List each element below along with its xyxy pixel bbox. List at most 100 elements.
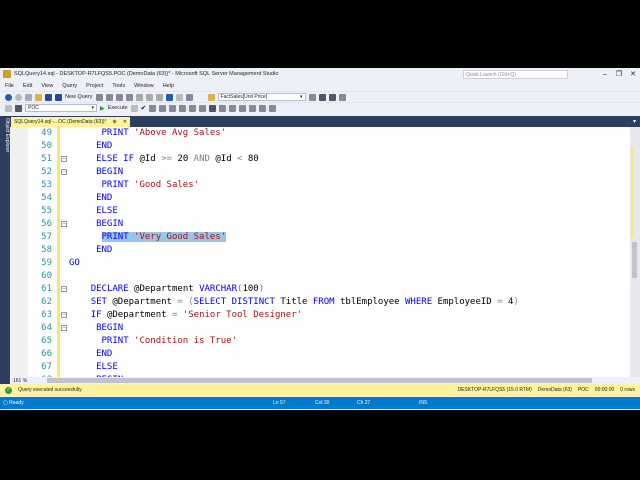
minimize-button[interactable]: – bbox=[598, 71, 612, 78]
menu-help[interactable]: Help bbox=[163, 83, 174, 89]
toolbar-sql-editor: POC ▾ ▶ Execute ✔ bbox=[0, 102, 640, 113]
menu-window[interactable]: Window bbox=[134, 83, 154, 89]
undo-icon[interactable] bbox=[165, 93, 173, 101]
menu-file[interactable]: File bbox=[5, 83, 14, 89]
pin-icon[interactable]: ⊕ bbox=[113, 119, 117, 125]
object-combo[interactable]: FactSales[Unit Price] ▾ bbox=[217, 93, 306, 101]
line-number: 50 bbox=[41, 141, 52, 151]
token-keyword: END bbox=[96, 141, 113, 151]
line-number: 59 bbox=[41, 258, 52, 268]
code-line: 52 − BEGIN bbox=[10, 166, 630, 179]
query-options-icon[interactable] bbox=[159, 104, 167, 112]
toolbox-icon[interactable] bbox=[328, 93, 336, 101]
token-operator: = bbox=[497, 297, 508, 307]
token-string: 'Good Sales' bbox=[134, 180, 200, 190]
redo-icon[interactable] bbox=[175, 93, 183, 101]
ssms-window: SQLQuery14.sql - DESKTOP-R7LFQS5.POC (De… bbox=[0, 68, 640, 410]
properties-icon[interactable] bbox=[308, 93, 316, 101]
dmx-query-icon[interactable] bbox=[115, 93, 123, 101]
new-project-icon[interactable] bbox=[25, 93, 32, 101]
token-text: tblEmployee bbox=[339, 297, 406, 307]
horizontal-scrollbar-thumb[interactable] bbox=[47, 378, 593, 383]
token-keyword: DECLARE bbox=[90, 284, 135, 294]
specify-values-icon[interactable] bbox=[269, 104, 277, 112]
stop-icon[interactable] bbox=[130, 104, 138, 112]
solution-icon[interactable] bbox=[185, 93, 193, 101]
outdent-icon[interactable] bbox=[259, 104, 267, 112]
menu-view[interactable]: View bbox=[41, 83, 53, 89]
scrollbar-thumb[interactable] bbox=[632, 242, 637, 278]
line-number: 60 bbox=[41, 271, 52, 281]
code-text: ELSE bbox=[69, 205, 118, 218]
window-icon[interactable] bbox=[338, 93, 346, 101]
code-text: BEGIN bbox=[69, 166, 123, 179]
code-line: 58 END bbox=[10, 244, 630, 257]
db-query-icon[interactable] bbox=[95, 93, 103, 101]
results-file-icon[interactable] bbox=[219, 104, 227, 112]
parse-icon[interactable]: ✔ bbox=[141, 104, 147, 112]
tab-list-chevron-icon[interactable]: ▾ bbox=[633, 118, 636, 125]
include-plan-icon[interactable] bbox=[179, 104, 187, 112]
client-stats-icon[interactable] bbox=[199, 104, 207, 112]
uncomment-icon[interactable] bbox=[239, 104, 247, 112]
cut-icon[interactable] bbox=[135, 93, 143, 101]
zoom-level[interactable]: 161 % bbox=[13, 378, 27, 384]
close-tab-icon[interactable]: ✕ bbox=[123, 119, 127, 125]
forward-icon[interactable] bbox=[15, 93, 22, 101]
intellisense-icon[interactable] bbox=[169, 104, 177, 112]
paste-icon[interactable] bbox=[155, 93, 163, 101]
ssms-logo-icon bbox=[3, 70, 11, 78]
code-text: GO bbox=[69, 257, 80, 270]
results-grid-icon[interactable] bbox=[209, 104, 217, 112]
wrench-icon[interactable] bbox=[318, 93, 326, 101]
line-number: 65 bbox=[41, 336, 52, 346]
indent-icon[interactable] bbox=[249, 104, 257, 112]
collapse-icon[interactable]: − bbox=[61, 286, 67, 292]
token-keyword: GO bbox=[69, 258, 80, 268]
live-stats-icon[interactable] bbox=[189, 104, 197, 112]
token-keyword: PRINT bbox=[101, 128, 135, 138]
collapse-icon[interactable]: − bbox=[61, 221, 67, 227]
menu-project[interactable]: Project bbox=[86, 83, 103, 89]
collapse-icon[interactable]: − bbox=[61, 325, 67, 331]
save-icon[interactable] bbox=[45, 93, 52, 101]
restore-button[interactable]: ❐ bbox=[612, 70, 626, 78]
collapse-icon[interactable]: − bbox=[61, 312, 67, 318]
menu-tools[interactable]: Tools bbox=[112, 83, 125, 89]
connect-icon[interactable] bbox=[5, 104, 12, 112]
quick-launch-input[interactable]: Quick Launch (Ctrl+Q) bbox=[463, 69, 568, 79]
collapse-icon[interactable]: − bbox=[61, 156, 67, 162]
find-icon[interactable] bbox=[207, 93, 215, 101]
mdx-query-icon[interactable] bbox=[105, 93, 113, 101]
close-button[interactable]: ✕ bbox=[626, 70, 640, 78]
chevron-down-icon: ▾ bbox=[300, 94, 303, 100]
code-text: END bbox=[69, 348, 112, 361]
menu-query[interactable]: Query bbox=[62, 83, 77, 89]
object-explorer-tab[interactable]: Object Explorer bbox=[0, 116, 10, 384]
code-line: 63 − IF @Department = 'Senior Tool Design… bbox=[10, 309, 630, 322]
display-plan-icon[interactable] bbox=[149, 104, 157, 112]
token-keyword: BEGIN bbox=[96, 167, 124, 177]
xmla-query-icon[interactable] bbox=[125, 93, 133, 101]
change-connection-icon[interactable] bbox=[15, 104, 22, 112]
code-text: PRINT 'Good Sales' bbox=[69, 179, 200, 192]
database-select[interactable]: POC ▾ bbox=[25, 104, 97, 112]
new-query-button[interactable]: New Query bbox=[65, 94, 93, 100]
tab-label: SQLQuery14.sql -...OC (DemoData (63))* bbox=[14, 119, 107, 125]
comment-icon[interactable] bbox=[229, 104, 237, 112]
copy-icon[interactable] bbox=[145, 93, 153, 101]
save-all-icon[interactable] bbox=[55, 93, 62, 101]
open-file-icon[interactable] bbox=[35, 93, 42, 101]
menu-edit[interactable]: Edit bbox=[23, 83, 32, 89]
execute-button[interactable]: Execute bbox=[108, 105, 128, 111]
vertical-scrollbar[interactable] bbox=[630, 127, 640, 377]
back-icon[interactable] bbox=[5, 93, 12, 101]
tab-sqlquery14[interactable]: SQLQuery14.sql -...OC (DemoData (63))* ⊕… bbox=[11, 117, 130, 127]
collapse-icon[interactable]: − bbox=[61, 169, 67, 175]
code-editor[interactable]: 49 PRINT 'Above Avg Sales' 50 END 51− ELSE… bbox=[10, 127, 630, 377]
code-line: 65 PRINT 'Condition is True' bbox=[10, 335, 630, 348]
database-name: DemoData (63) bbox=[537, 387, 572, 393]
code-text: END bbox=[69, 244, 112, 257]
